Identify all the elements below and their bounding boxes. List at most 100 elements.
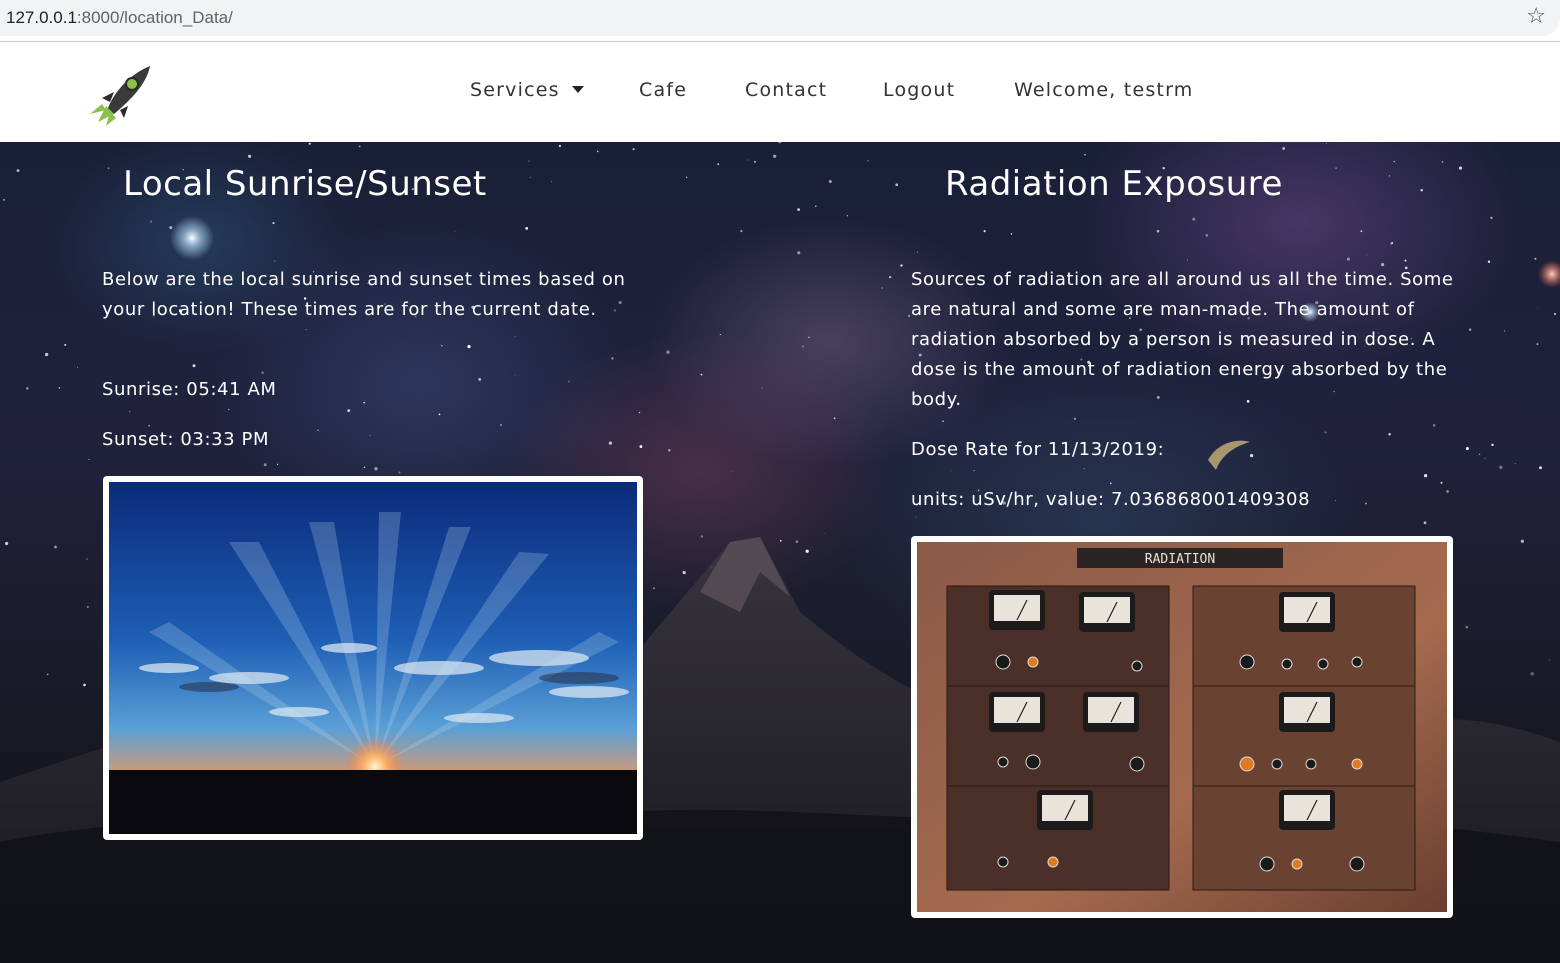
star-dot	[77, 366, 79, 368]
star-dot	[550, 181, 552, 183]
star-dot	[1326, 143, 1327, 144]
star-dot	[1324, 431, 1327, 434]
star-dot	[87, 606, 89, 608]
url-path: :8000/location_Data/	[76, 8, 233, 27]
star-dot	[778, 142, 782, 144]
star-dot	[867, 159, 869, 162]
star-dot	[1491, 443, 1494, 447]
radiation-exposure-title: Radiation Exposure	[945, 164, 1283, 204]
star-dot	[514, 375, 516, 377]
star-dot	[363, 466, 366, 469]
sunrise-sunset-title: Local Sunrise/Sunset	[123, 164, 487, 204]
star-dot	[1465, 625, 1469, 629]
star-dot	[347, 409, 351, 413]
star-dot	[668, 449, 671, 452]
star-dot	[1335, 499, 1337, 501]
star-dot	[305, 329, 307, 331]
radiation-panel-label: RADIATION	[1145, 552, 1215, 567]
gauge-face	[1042, 795, 1088, 821]
panel-knob	[997, 756, 1009, 768]
star-dot	[169, 226, 173, 230]
nav-services-dropdown[interactable]: Services	[470, 79, 584, 101]
star-dot	[779, 539, 782, 542]
browser-address-bar: 127.0.0.1:8000/location_Data/ ☆	[0, 0, 1560, 42]
panel-knob	[1281, 658, 1293, 670]
rocket-icon[interactable]	[88, 62, 156, 128]
star-dot	[83, 683, 86, 687]
star-dot	[1479, 453, 1481, 455]
star-dot	[1205, 234, 1209, 237]
star-dot	[632, 147, 635, 151]
nav-cafe-link[interactable]: Cafe	[639, 79, 687, 101]
star-dot	[1423, 474, 1428, 478]
panel-knob	[997, 856, 1009, 868]
star-dot	[276, 463, 279, 465]
radiation-description: Sources of radiation are all around us a…	[911, 269, 1454, 410]
star-dot	[1514, 463, 1516, 465]
star-dot	[1484, 457, 1486, 459]
gauge-face	[1284, 597, 1330, 623]
nav-welcome-user[interactable]: Welcome, testrm	[1014, 79, 1193, 101]
star-dot	[805, 549, 809, 553]
star-dot	[16, 169, 20, 172]
nav-logout-link[interactable]: Logout	[883, 79, 955, 101]
star-dot	[1156, 229, 1160, 233]
star-dot	[682, 570, 686, 575]
star-dot	[1249, 453, 1254, 458]
star-dot	[916, 251, 918, 253]
star-dot	[797, 251, 801, 255]
star-dot	[1393, 160, 1395, 163]
star-dot	[107, 167, 110, 169]
star-dot	[1192, 217, 1196, 221]
star-dot	[1365, 502, 1367, 505]
star-dot	[64, 343, 67, 346]
star-dot	[374, 467, 378, 471]
star-dot	[3, 199, 5, 201]
star-dot	[525, 227, 529, 230]
star-dot	[1520, 539, 1525, 543]
star-dot	[666, 350, 670, 354]
star-dot	[1537, 307, 1539, 309]
star-dot	[639, 445, 643, 449]
star-dot	[54, 545, 57, 549]
star-dot	[528, 160, 530, 162]
star-dot	[478, 377, 482, 381]
star-dot	[467, 344, 471, 349]
star-dot	[761, 387, 763, 389]
url-field[interactable]: 127.0.0.1:8000/location_Data/	[0, 0, 1560, 36]
star-dot	[915, 516, 917, 518]
star-dot	[317, 429, 319, 431]
star-dot	[983, 230, 986, 233]
panel-knob	[1259, 856, 1275, 872]
gauge-face	[1284, 795, 1330, 821]
star-dot	[1469, 328, 1472, 331]
star-dot	[1536, 343, 1539, 346]
star-dot	[261, 371, 264, 375]
star-dot	[717, 163, 720, 165]
star-dot	[597, 150, 599, 153]
nav-contact-link[interactable]: Contact	[745, 79, 827, 101]
panel-knob	[1349, 856, 1365, 872]
url-host: 127.0.0.1	[6, 8, 77, 27]
star-dot	[719, 334, 721, 336]
star-dot	[795, 540, 799, 543]
star-dot	[1487, 260, 1491, 263]
sunset-photo	[103, 476, 643, 840]
star-dot	[1391, 242, 1394, 244]
star-dot	[747, 159, 749, 161]
star-dot	[942, 420, 944, 423]
sunset-time: Sunset: 03:33 PM	[102, 429, 270, 450]
star-dot	[500, 424, 502, 426]
star-dot	[228, 408, 230, 411]
star-dot	[1420, 188, 1423, 192]
star-dot	[814, 205, 817, 208]
star-dot	[900, 264, 903, 267]
star-dot	[951, 471, 953, 472]
star-dot	[398, 471, 401, 474]
star-dot	[438, 413, 441, 416]
gauge-face	[1084, 597, 1130, 623]
star-icon[interactable]: ☆	[1526, 6, 1546, 28]
star-dot	[248, 154, 252, 158]
star-dot	[1346, 257, 1350, 261]
star-dot	[1335, 167, 1338, 170]
